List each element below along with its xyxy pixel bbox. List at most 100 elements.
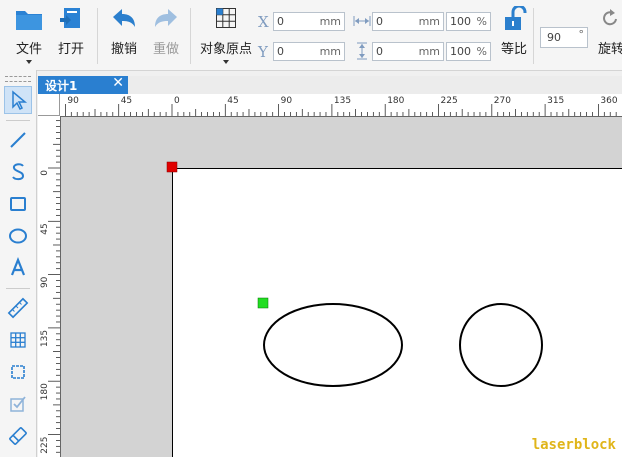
rotate-value: 90 [547,31,561,44]
height-input[interactable]: 0 mm [372,42,444,61]
height-unit: mm [418,45,440,58]
proportional-lock-button[interactable]: 等比 [492,4,536,57]
rectangle-tool[interactable] [4,190,32,218]
table-icon [10,332,26,348]
grip-handle[interactable] [5,76,31,82]
open-label: 打开 [57,42,84,57]
x-position-input[interactable]: 0 mm [273,12,345,31]
tool-sidebar [0,70,37,457]
width-icon [353,14,371,31]
origin-dropdown-arrow [223,60,229,64]
checkbox-tool[interactable] [4,390,32,418]
grid-origin-icon [211,6,241,32]
tab-title: 设计1 [45,79,78,93]
rotate-button[interactable]: 旋转 [594,6,622,57]
folder-icon [14,6,44,32]
toolbar-separator [190,8,191,64]
ruler-label: 90 [67,96,79,106]
height-percent-value: 100 [450,45,471,58]
ruler-label: 90 [40,276,50,288]
eraser-icon [9,427,27,445]
height-icon [355,42,369,63]
rotate-unit: ° [578,28,585,41]
redo-icon [151,6,181,32]
ruler-label: 225 [40,437,50,454]
tool-separator [6,120,30,121]
width-percent-unit: % [476,15,487,28]
ruler-corner [38,94,60,116]
design-canvas[interactable]: laserblock [61,117,622,457]
main-toolbar: 文件 打开 撤销 重做 对象原点 X 0 mm Y 0 mm 0 mm 0 mm… [0,0,622,71]
ellipse-tool[interactable] [4,222,32,250]
width-unit: mm [418,15,440,28]
text-tool[interactable] [4,254,32,282]
ruler-label: 315 [547,96,564,106]
horizontal-ruler: 90 45 0 45 90 135 180 225 270 315 360 [38,94,622,117]
toolbar-separator [533,8,534,64]
width-input[interactable]: 0 mm [372,12,444,31]
ruler-icon [7,297,29,319]
edit-check-icon [10,396,26,412]
ruler-label: 45 [40,223,50,234]
y-value: 0 [277,45,284,58]
text-a-icon [10,257,26,276]
watermark-logo: laserblock [531,437,616,453]
y-position-input[interactable]: 0 mm [273,42,345,61]
origin-handle[interactable] [166,161,178,173]
curve-tool[interactable] [4,158,32,186]
y-unit: mm [319,45,341,58]
select-tool[interactable] [4,86,32,114]
undo-icon [109,6,139,32]
circle-shape[interactable] [459,303,543,387]
ruler-label: 0 [40,170,50,176]
tab-close-icon[interactable]: ✕ [112,75,124,91]
width-percent-value: 100 [450,15,471,28]
redo-button[interactable]: 重做 [144,6,188,57]
line-tool[interactable] [4,126,32,154]
ruler-label: 270 [494,96,511,106]
width-value: 0 [376,15,383,28]
x-value: 0 [277,15,284,28]
open-file-icon [56,6,86,32]
ruler-label: 225 [441,96,458,106]
redo-label: 重做 [152,42,179,57]
height-percent-unit: % [476,45,487,58]
rectangle-icon [10,197,26,211]
height-percent-input[interactable]: 100 % [446,42,491,61]
open-button[interactable]: 打开 [49,6,93,57]
toolbar-separator [97,8,98,64]
file-button[interactable]: 文件 [7,6,51,64]
ellipse-shape[interactable] [263,303,403,387]
rotate-angle-input[interactable]: 90 ° [540,27,588,48]
rotate-label: 旋转 [597,42,622,57]
cursor-arrow-icon [12,90,28,111]
ruler-label: 45 [121,96,132,106]
ruler-label: 180 [40,383,50,400]
object-origin-button[interactable]: 对象原点 [200,6,252,64]
eraser-tool[interactable] [4,422,32,450]
tool-separator [6,288,30,289]
selection-handle[interactable] [257,297,269,309]
curve-icon [12,163,25,181]
ruler-label: 90 [281,96,293,106]
ruler-label: 135 [334,96,351,106]
height-value: 0 [376,45,383,58]
document-tab-bar: 设计1 ✕ [38,75,622,94]
ruler-label: 180 [387,96,404,106]
line-icon [10,132,26,148]
proportional-label: 等比 [500,42,527,57]
page-frame-icon [11,365,25,379]
measure-tool[interactable] [4,294,32,322]
ruler-label: 360 [600,96,617,106]
table-tool[interactable] [4,326,32,354]
width-percent-input[interactable]: 100 % [446,12,491,31]
y-label: Y [258,43,268,61]
x-unit: mm [319,15,341,28]
undo-button[interactable]: 撤销 [102,6,146,57]
x-label: X [258,13,269,31]
tab-design1[interactable]: 设计1 ✕ [38,75,128,94]
lock-icon [499,4,529,32]
ellipse-icon [9,228,27,244]
page-frame-tool[interactable] [4,358,32,386]
ruler-label: 0 [174,96,180,106]
